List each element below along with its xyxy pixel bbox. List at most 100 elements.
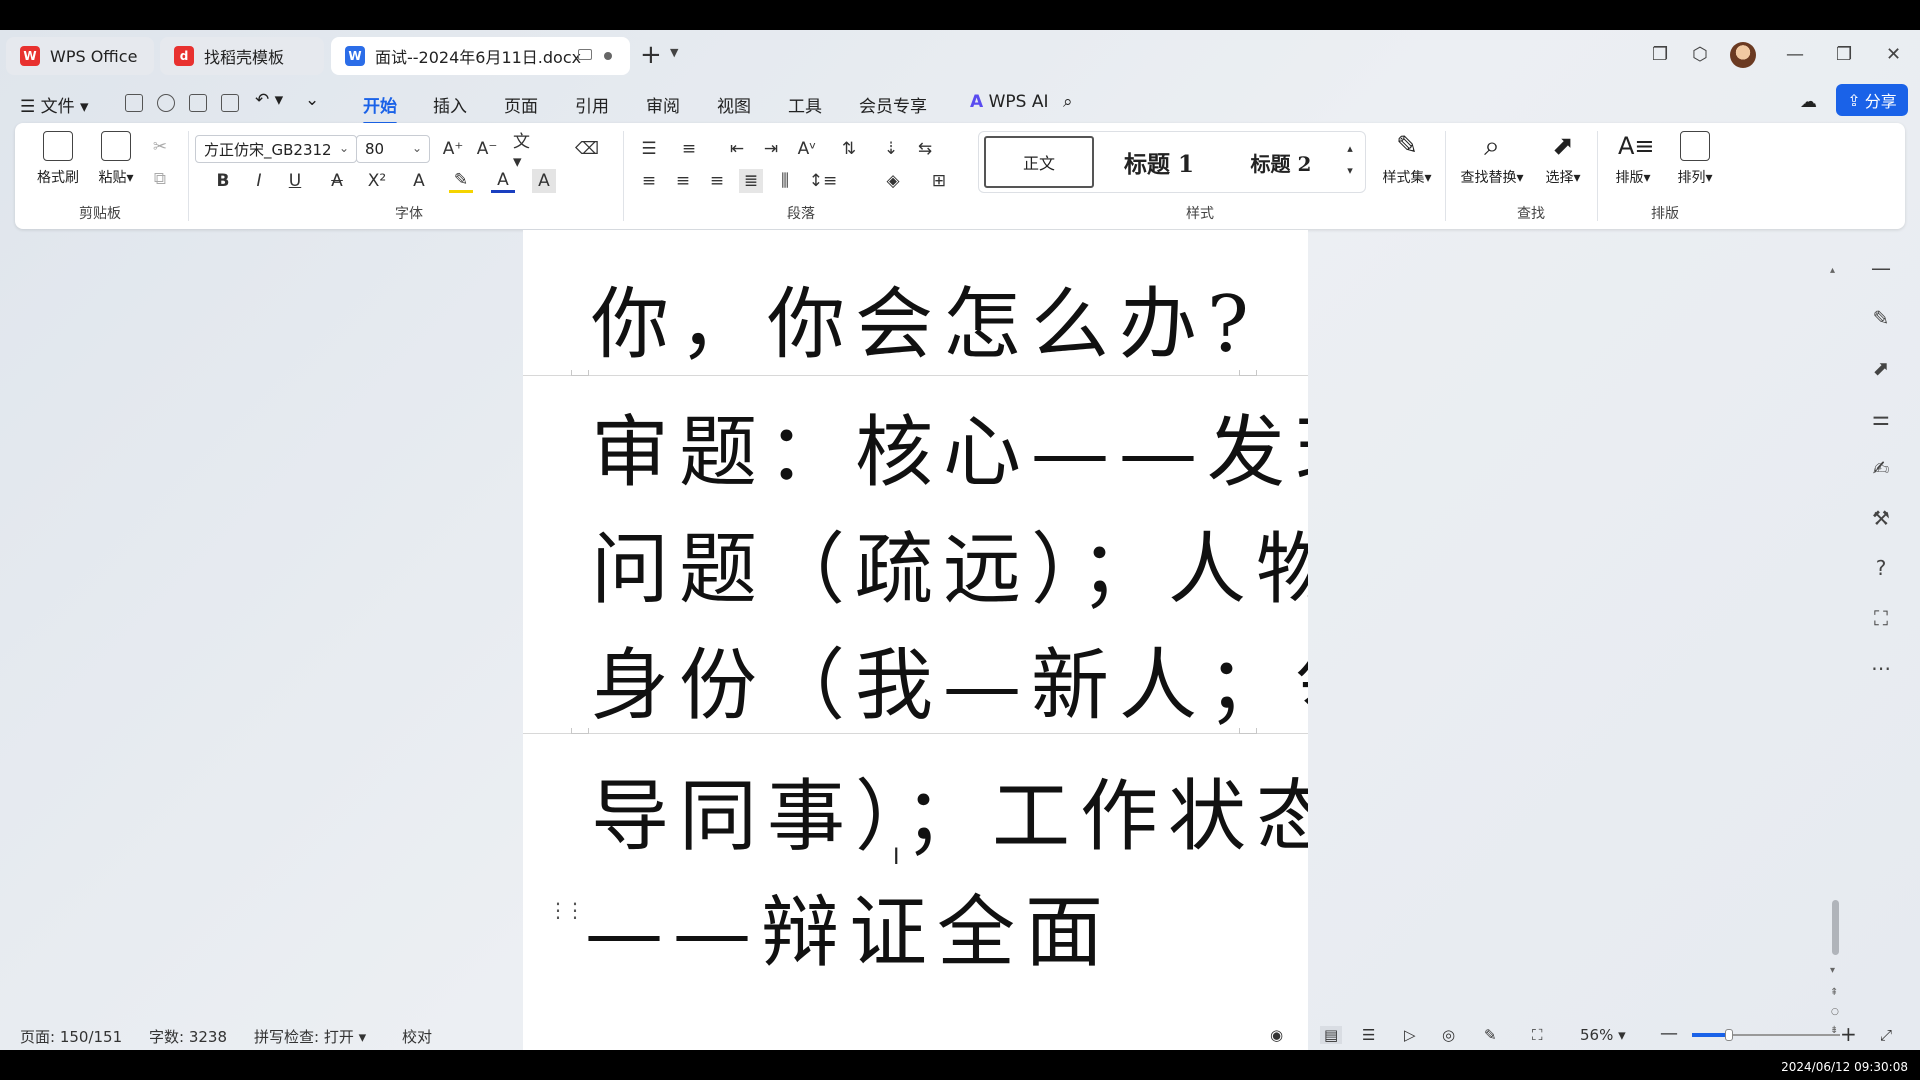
wps-ai-button[interactable]: A WPS AI <box>970 92 1048 112</box>
copy-icon[interactable]: ⧉ <box>148 167 172 191</box>
menu-file[interactable]: ☰ 文件 ▾ <box>20 92 89 117</box>
decrease-indent-icon[interactable]: ⇤ <box>725 137 749 161</box>
search-icon[interactable]: ⌕ <box>1063 92 1073 112</box>
sort-az-icon[interactable]: ⇣ <box>879 137 903 161</box>
zoom-in-icon[interactable]: + <box>1840 1022 1857 1046</box>
undo-icon[interactable]: ↶ ▾ <box>255 90 283 110</box>
italic-icon[interactable]: I <box>247 169 271 193</box>
restore-icon[interactable]: ❐ <box>1836 44 1852 65</box>
print-icon[interactable] <box>189 94 207 112</box>
comment-icon[interactable]: ☁ <box>1800 92 1817 112</box>
align-left-icon[interactable]: ≡ <box>637 169 661 193</box>
zoom-select[interactable]: 56% ▾ <box>1580 1026 1626 1044</box>
font-size-select[interactable]: 80 ⌄ <box>356 135 430 163</box>
zoom-slider[interactable] <box>1692 1029 1840 1041</box>
play-icon[interactable]: ▷ <box>1404 1026 1416 1044</box>
outline-view-icon[interactable]: ☰ <box>1362 1026 1375 1044</box>
web-view-icon[interactable]: ◎ <box>1442 1026 1455 1044</box>
scroll-up-icon[interactable]: ▴ <box>1830 265 1835 276</box>
superscript-icon[interactable]: X² <box>365 169 389 193</box>
word-count[interactable]: 字数: 3238 <box>149 1026 227 1047</box>
text-effect-icon[interactable]: A <box>407 169 431 193</box>
new-tab-button[interactable]: + <box>640 42 662 68</box>
page-count[interactable]: 页面: 150/151 <box>20 1026 122 1047</box>
tab-document[interactable]: W 面试--2024年6月11日.docx <box>331 37 630 75</box>
tab-insert[interactable]: 插入 <box>433 92 467 117</box>
print-preview-icon[interactable] <box>221 94 239 112</box>
fit-page-icon[interactable]: ⛶ <box>1532 1026 1543 1044</box>
bold-icon[interactable]: B <box>211 169 235 193</box>
proofread[interactable]: 校对 <box>402 1026 432 1047</box>
underline-icon[interactable]: U <box>283 169 307 193</box>
adjust-icon[interactable]: ⚌ <box>1868 405 1894 431</box>
line-spacing-icon[interactable]: ↕≡ <box>809 169 838 193</box>
sort-icon[interactable]: ⇅ <box>837 137 861 161</box>
pen-mode-icon[interactable]: ✎ <box>1484 1026 1497 1044</box>
help-icon[interactable]: ? <box>1868 555 1894 581</box>
pen-icon[interactable]: ✎ <box>1868 305 1894 331</box>
style-heading-1[interactable]: 标题 1 <box>1103 136 1215 188</box>
scroll-down-icon[interactable]: ▾ <box>1830 965 1835 976</box>
text-direction-icon[interactable]: Aᵛ <box>795 137 819 161</box>
align-center-icon[interactable]: ≡ <box>671 169 695 193</box>
grow-font-icon[interactable]: A⁺ <box>441 137 465 161</box>
tab-view[interactable]: 视图 <box>717 92 751 117</box>
tab-tools[interactable]: 工具 <box>788 92 822 117</box>
shirt-icon[interactable]: ⛶ <box>1868 605 1894 631</box>
gallery-more-icon[interactable]: ▾ <box>1341 158 1359 182</box>
eye-icon[interactable]: ◉ <box>1270 1026 1283 1044</box>
shrink-font-icon[interactable]: A⁻ <box>475 137 499 161</box>
format-painter-button[interactable]: 格式刷 <box>33 131 83 187</box>
char-shading-icon[interactable]: A <box>532 169 556 193</box>
style-set-button[interactable]: ✎ 样式集▾ <box>1377 131 1437 187</box>
numbered-list-icon[interactable]: ≡ <box>677 137 701 161</box>
vertical-scrollbar[interactable]: ▴ ▾ ⇞ ○ ⇟ <box>1828 265 1842 1045</box>
share-button[interactable]: ⇪ 分享 <box>1836 84 1908 116</box>
avatar[interactable] <box>1730 42 1756 68</box>
font-name-select[interactable]: 方正仿宋_GB2312 ⌄ <box>195 135 357 163</box>
select-arrow-icon[interactable]: ⬈ <box>1868 355 1894 381</box>
cut-icon[interactable]: ✂ <box>148 135 172 159</box>
spell-check[interactable]: 拼写检查: 打开 ▾ <box>254 1026 366 1047</box>
tools-icon[interactable]: ⚒ <box>1868 505 1894 531</box>
font-color-icon[interactable]: A <box>491 169 515 193</box>
page-view-icon[interactable]: ▤ <box>1320 1026 1343 1044</box>
more-chevron-icon[interactable]: ⌄ <box>305 90 319 110</box>
gallery-scroll-icon[interactable]: ▴ <box>1341 136 1359 160</box>
fullscreen-icon[interactable]: ⤢ <box>1880 1026 1892 1044</box>
style-heading-2[interactable]: 标题 2 <box>1225 136 1337 188</box>
bullet-list-icon[interactable]: ☰ <box>637 137 661 161</box>
tab-page[interactable]: 页面 <box>504 92 538 117</box>
find-replace-button[interactable]: ⌕ 查找替换▾ <box>1453 131 1531 187</box>
drag-handle-icon[interactable]: ⋮⋮ <box>548 898 585 922</box>
tab-list-icon[interactable]: ❐ <box>1652 44 1668 65</box>
shading-icon[interactable]: ◈ <box>881 169 905 193</box>
save-icon[interactable] <box>125 94 143 112</box>
cube-icon[interactable]: ⬡ <box>1692 44 1708 65</box>
chevron-down-icon[interactable]: ▼ <box>670 46 678 59</box>
align-right-icon[interactable]: ≡ <box>705 169 729 193</box>
signature-icon[interactable]: ✍ <box>1868 455 1894 481</box>
browse-object-icon[interactable]: ○ <box>1831 1007 1839 1017</box>
zoom-out-icon[interactable]: — <box>1660 1023 1678 1044</box>
more-icon[interactable]: ⋯ <box>1868 655 1894 681</box>
paste-button[interactable]: 粘贴▾ <box>91 131 141 187</box>
collapse-icon[interactable]: — <box>1868 255 1894 281</box>
minimize-icon[interactable]: — <box>1786 44 1804 65</box>
document-page[interactable]: 你，你会怎么办? 审题：核心——发现 问题（疏远）；人物/ 身份（我—新人；领 … <box>523 230 1308 1050</box>
tab-member[interactable]: 会员专享 <box>859 92 927 117</box>
zoom-slider-knob[interactable] <box>1725 1029 1733 1041</box>
clear-format-icon[interactable]: ⌫ <box>575 137 599 161</box>
tab-docer-templates[interactable]: d 找稻壳模板 <box>160 37 324 75</box>
export-icon[interactable] <box>157 94 175 112</box>
text-layout-button[interactable]: A≡ 排版▾ <box>1607 131 1659 187</box>
tab-review[interactable]: 审阅 <box>646 92 680 117</box>
monitor-icon[interactable] <box>578 49 592 60</box>
show-marks-icon[interactable]: ⇆ <box>913 137 937 161</box>
distribute-icon[interactable]: ⫼ <box>773 169 797 193</box>
select-button[interactable]: ⬈ 选择▾ <box>1537 131 1589 187</box>
scroll-thumb[interactable] <box>1832 900 1839 955</box>
tab-wps-office[interactable]: W WPS Office <box>6 37 154 75</box>
strikethrough-icon[interactable]: A <box>325 169 349 193</box>
close-icon[interactable]: ✕ <box>1886 44 1901 65</box>
